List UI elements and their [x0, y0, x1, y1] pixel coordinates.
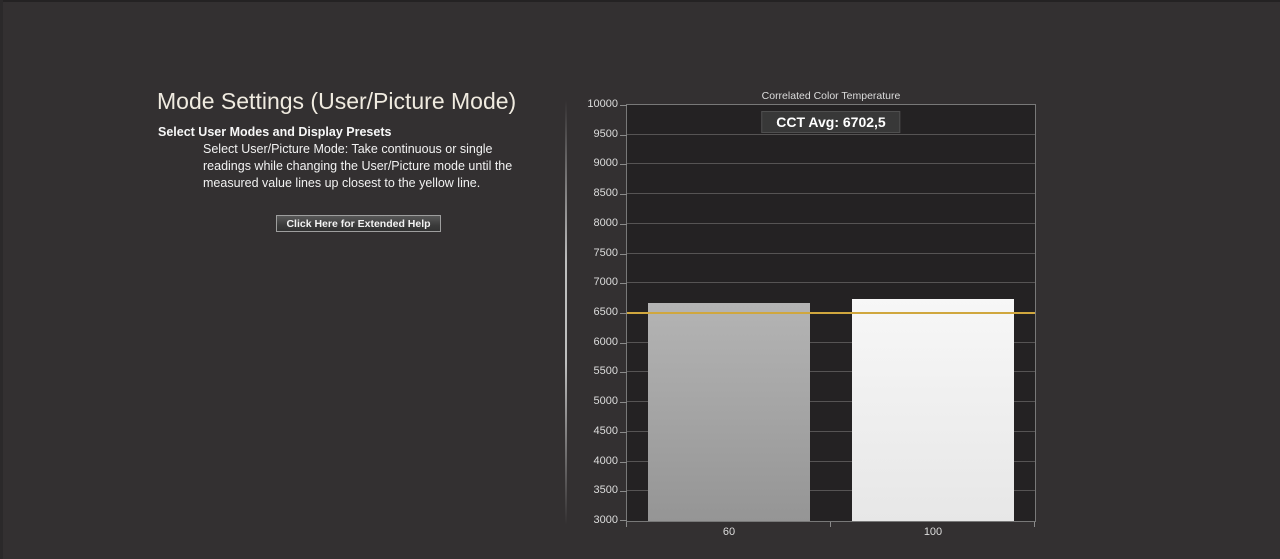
instruction-line: Select User/Picture Mode: Take continuou… [203, 142, 493, 156]
chart-title: Correlated Color Temperature [761, 90, 901, 102]
bar [648, 302, 810, 521]
y-axis-tick-mark [620, 342, 627, 344]
instructions-text: Select User/Picture Mode: Take continuou… [203, 141, 512, 192]
y-axis-tick-label: 10000 [587, 98, 618, 110]
y-axis-tick-label: 7500 [593, 246, 618, 259]
y-axis-tick-mark [620, 520, 627, 521]
y-axis-tick-label: 3500 [593, 484, 618, 497]
y-axis-tick-mark [620, 223, 627, 225]
window-top-edge [0, 0, 1280, 2]
y-axis-tick-mark [620, 253, 627, 255]
cct-average-badge: CCT Avg: 6702,5 [761, 111, 901, 133]
plot-area: CCT Avg: 6702,5 [626, 104, 1036, 522]
target-reference-line [627, 312, 1035, 314]
y-axis-tick-mark [620, 283, 627, 285]
y-axis-tick-mark [620, 431, 627, 433]
y-axis-tick-mark [620, 372, 627, 374]
y-axis-tick-mark [620, 164, 627, 166]
gridline [627, 193, 1035, 195]
section-subtitle: Select User Modes and Display Presets [158, 125, 392, 139]
y-axis-tick-label: 6000 [593, 335, 618, 348]
y-axis-tick-mark [620, 313, 627, 314]
x-axis-tick-mark [830, 522, 831, 527]
x-axis-category-label: 60 [722, 526, 736, 538]
x-axis-category-label: 100 [923, 526, 943, 538]
instruction-line: measured value lines up closest to the y… [203, 176, 481, 190]
y-axis-tick-label: 3000 [593, 514, 618, 526]
page-title: Mode Settings (User/Picture Mode) [157, 88, 517, 114]
y-axis-tick-mark [620, 491, 627, 493]
extended-help-button[interactable]: Click Here for Extended Help [276, 215, 441, 232]
x-axis-tick-mark [626, 522, 627, 527]
y-axis-tick-mark [620, 134, 627, 136]
y-axis-tick-label: 5500 [593, 365, 618, 378]
y-axis-tick-mark [620, 402, 627, 404]
y-axis-tick-label: 9000 [593, 157, 618, 170]
x-axis-tick-mark [1034, 522, 1035, 527]
app-window: Mode Settings (User/Picture Mode) Select… [0, 0, 1280, 559]
y-axis-tick-label: 4000 [593, 454, 618, 467]
gridline [627, 163, 1035, 165]
gridline [627, 222, 1035, 224]
y-axis-tick-mark [620, 105, 627, 106]
y-axis-tick-label: 7000 [593, 276, 618, 289]
y-axis-tick-label: 9500 [593, 127, 618, 140]
y-axis-tick-label: 8000 [593, 216, 618, 229]
gridline [627, 133, 1035, 135]
y-axis-tick-label: 4500 [593, 424, 618, 437]
y-axis-tick-mark [620, 461, 627, 463]
window-left-edge [0, 0, 3, 559]
instruction-line: readings while changing the User/Picture… [203, 159, 513, 173]
gridline [627, 282, 1035, 284]
y-axis-tick-label: 8500 [593, 187, 618, 200]
y-axis-tick-mark [620, 194, 627, 196]
gridline [627, 252, 1035, 254]
y-axis-tick-label: 5000 [593, 395, 618, 408]
bar [852, 299, 1014, 521]
y-axis-tick-label: 6500 [593, 306, 618, 318]
